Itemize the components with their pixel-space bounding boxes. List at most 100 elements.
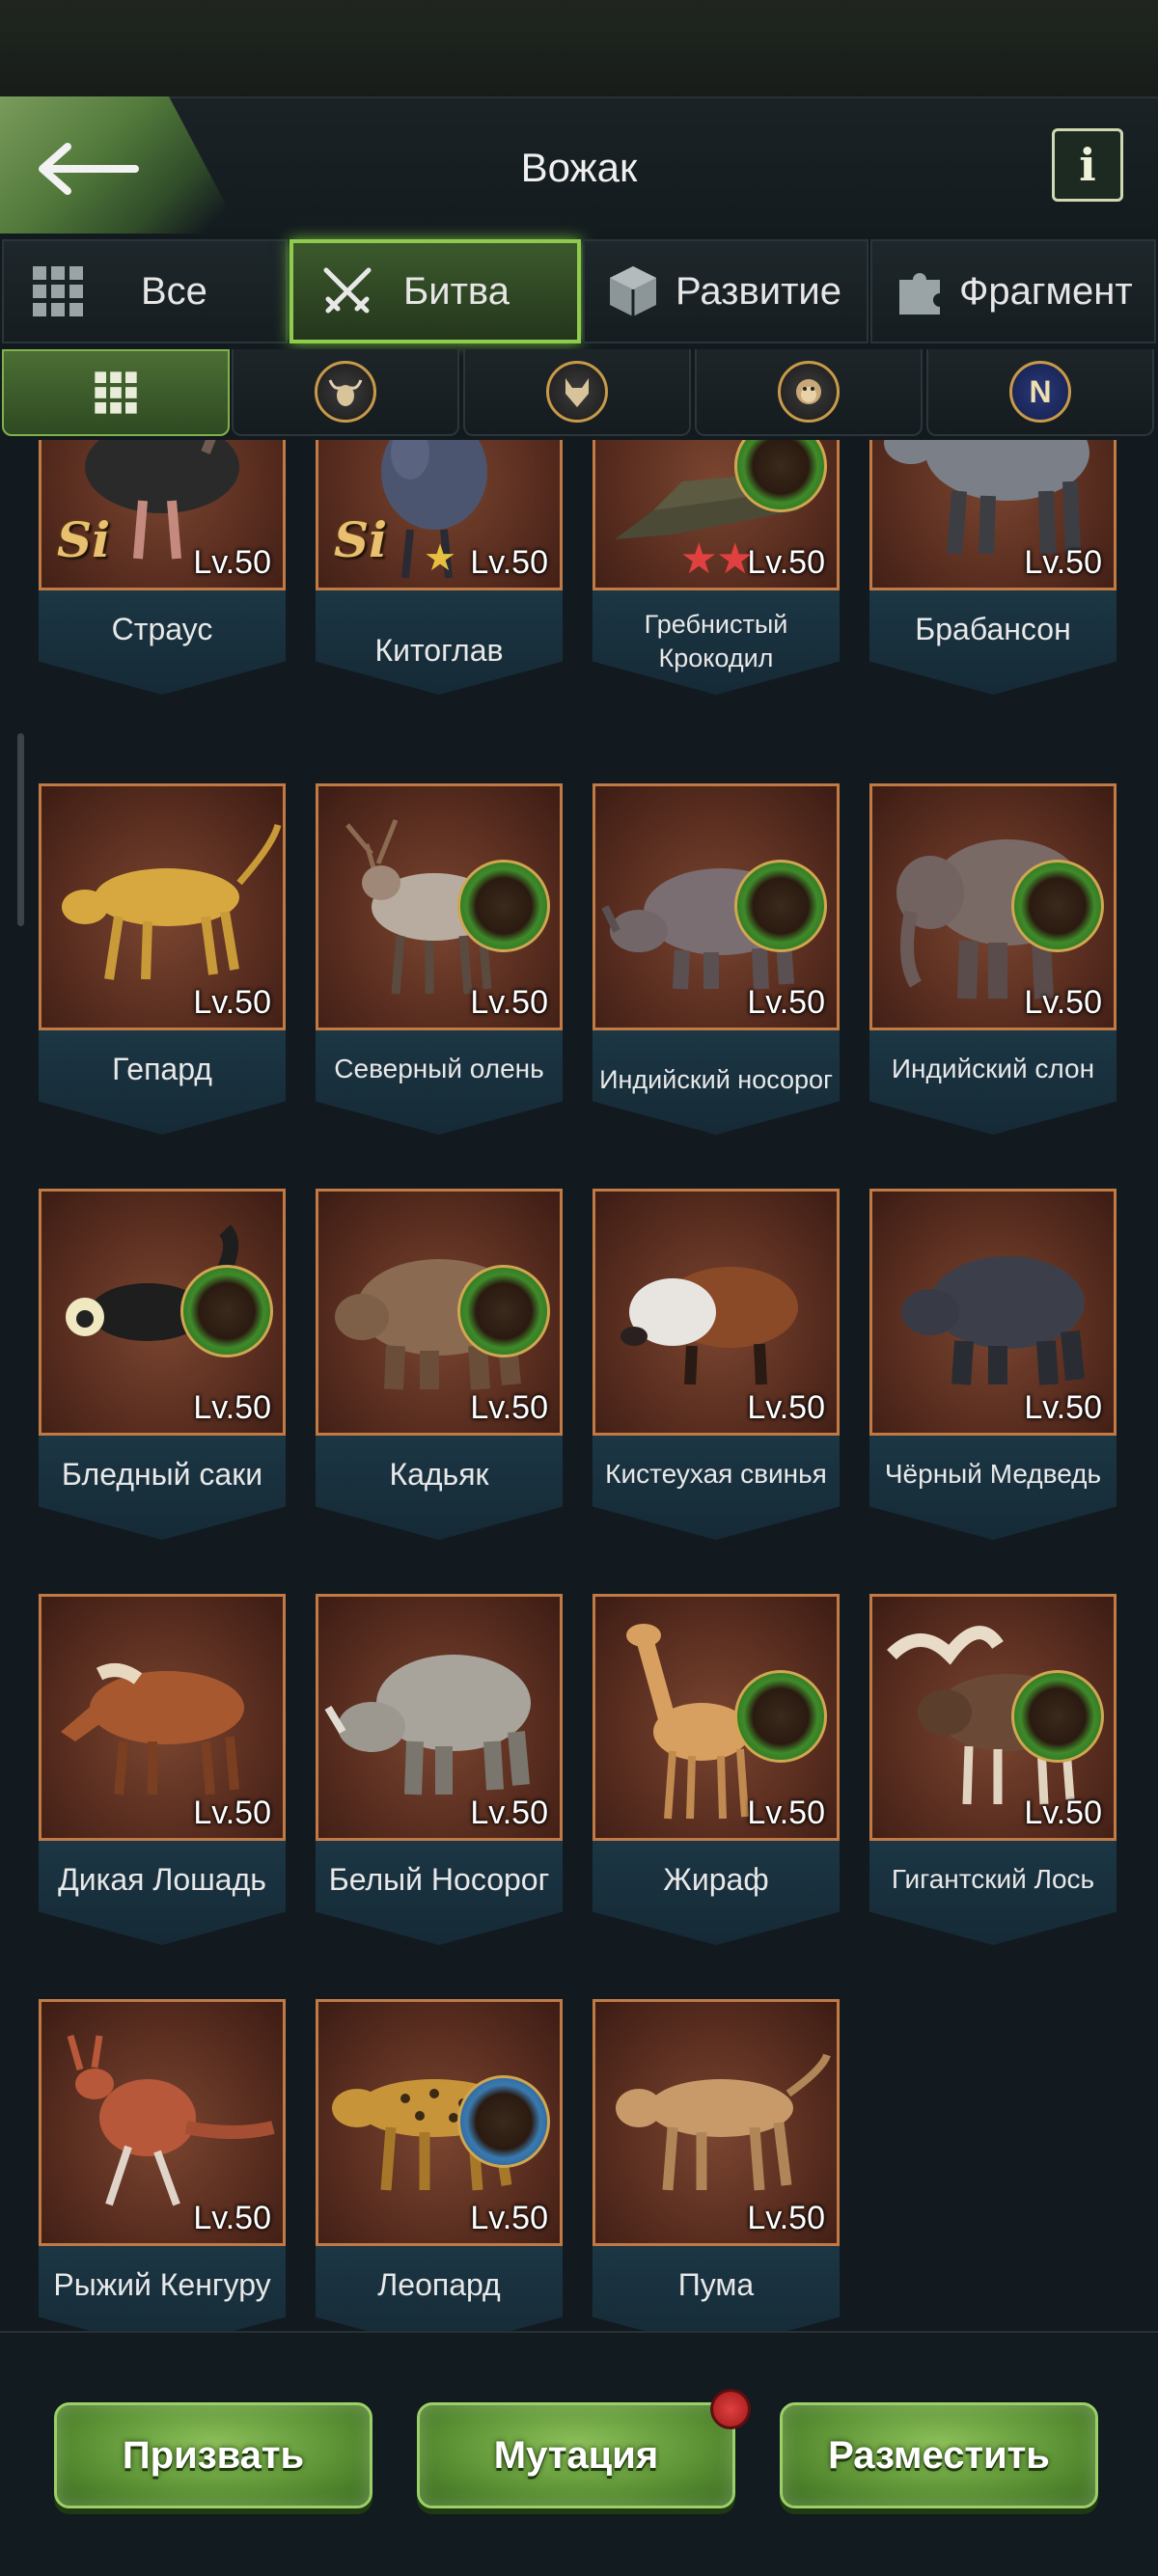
animal-portrait: Lv.50 — [316, 1189, 563, 1436]
animal-name: Кистеухая свинья — [605, 1459, 827, 1489]
level-label: Lv.50 — [747, 984, 825, 1021]
level-label: Lv.50 — [470, 1795, 548, 1831]
bull-icon — [315, 361, 376, 423]
animal-portrait: Lv.50 — [869, 783, 1117, 1030]
animal-portrait: Lv.50 — [593, 1999, 840, 2246]
animal-name: Северный олень — [334, 1054, 544, 1083]
animal-portrait: Lv.50 — [316, 1999, 563, 2246]
animal-name: Индийский слон — [891, 1054, 1095, 1083]
animal-card[interactable]: Si Lv.50 ★ Китоглав — [316, 440, 563, 695]
animal-card[interactable]: Lv.50 Кистеухая свинья — [593, 1189, 840, 1540]
animal-card[interactable]: Lv.50 Жираф — [593, 1594, 840, 1945]
animal-portrait: Lv.50 — [593, 783, 840, 1030]
class-badge — [457, 860, 550, 952]
summon-button[interactable]: Призвать — [54, 2402, 372, 2508]
class-badge — [1011, 1670, 1104, 1763]
deploy-button[interactable]: Разместить — [780, 2402, 1098, 2508]
tab-battle[interactable]: Битва — [290, 239, 581, 343]
animal-portrait: Lv.50 — [39, 1594, 286, 1841]
class-badge — [734, 1670, 827, 1763]
notification-dot — [710, 2389, 751, 2429]
animal-card[interactable]: Lv.50 Кадьяк — [316, 1189, 563, 1540]
n-letter-icon: N — [1009, 361, 1071, 423]
level-label: Lv.50 — [470, 984, 548, 1021]
animal-card[interactable]: Si Lv.50 Страус — [39, 440, 286, 695]
animal-portrait: Si Lv.50 — [39, 440, 286, 590]
subtab-predator[interactable] — [463, 349, 691, 436]
subtab-n[interactable]: N — [926, 349, 1154, 436]
animal-card[interactable]: Lv.50 Индийский слон — [869, 783, 1117, 1135]
animal-name: Рыжий Кенгуру — [53, 2267, 271, 2302]
rarity-stars: ★★ — [679, 535, 755, 583]
tab-all-label: Все — [141, 269, 207, 313]
animal-portrait: Lv.50 — [593, 1594, 840, 1841]
animal-name: Китоглав — [374, 633, 504, 668]
animal-card[interactable]: Lv.50 Пума — [593, 1999, 840, 2331]
animal-portrait: Lv.50 — [39, 1999, 286, 2246]
level-label: Lv.50 — [1024, 984, 1102, 1021]
animal-card[interactable]: Lv.50 Гепард — [39, 783, 286, 1135]
animal-card[interactable]: Lv.50 Рыжий Кенгуру — [39, 1999, 286, 2331]
animal-card[interactable]: Lv.50 Чёрный Медведь — [869, 1189, 1117, 1540]
page-title: Вожак — [520, 145, 638, 190]
subtab-all[interactable] — [2, 349, 230, 436]
animal-portrait: Lv.50 — [316, 783, 563, 1030]
animal-name: Белый Носорог — [328, 1862, 550, 1897]
animal-grid: Si Lv.50 Страус Si Lv.50 ★ Китоглав Lv.5… — [0, 440, 1158, 2331]
class-badge — [457, 2075, 550, 2168]
cube-icon — [610, 266, 656, 316]
crossed-swords-icon — [323, 267, 372, 314]
level-label: Lv.50 — [747, 1795, 825, 1831]
level-label: Lv.50 — [470, 2200, 548, 2236]
level-label: Lv.50 — [193, 544, 271, 581]
mutation-button[interactable]: Мутация — [417, 2402, 735, 2508]
animal-name: Страус — [111, 612, 213, 646]
animal-card[interactable]: Lv.50 Индийский носорог — [593, 783, 840, 1135]
tab-development[interactable]: Развитие — [583, 239, 868, 343]
animal-name: Дикая Лошадь — [58, 1862, 266, 1897]
animal-card[interactable]: Lv.50 Бледный саки — [39, 1189, 286, 1540]
class-badge — [180, 1265, 273, 1357]
animal-card[interactable]: Lv.50 Дикая Лошадь — [39, 1594, 286, 1945]
level-label: Lv.50 — [1024, 1795, 1102, 1831]
animal-card[interactable]: Lv.50 Леопард — [316, 1999, 563, 2331]
animal-name: Леопард — [377, 2267, 501, 2302]
animal-name: Гребнистый Крокодил — [644, 610, 788, 672]
filter-subtabs: N — [0, 349, 1158, 438]
tab-fragment[interactable]: Фрагмент — [870, 239, 1156, 343]
animal-card[interactable]: Lv.50 Гигантский Лось — [869, 1594, 1117, 1945]
animal-portrait: Lv.50 — [869, 1594, 1117, 1841]
puzzle-icon — [899, 273, 940, 315]
level-label: Lv.50 — [470, 1389, 548, 1426]
info-button[interactable]: i — [1052, 128, 1123, 202]
class-badge — [1011, 860, 1104, 952]
animal-portrait: Lv.50 — [39, 1189, 286, 1436]
level-label: Lv.50 — [1024, 1389, 1102, 1426]
subtab-herbivore[interactable] — [232, 349, 459, 436]
animal-name: Жираф — [663, 1862, 769, 1897]
grid-icon — [33, 266, 83, 316]
animal-portrait: Lv.50 — [593, 1189, 840, 1436]
grid-icon — [95, 371, 137, 414]
level-label: Lv.50 — [747, 1389, 825, 1426]
class-badge — [457, 1265, 550, 1357]
class-badge — [734, 860, 827, 952]
si-emblem: Si — [57, 511, 111, 568]
animal-name: Бледный саки — [61, 1457, 263, 1492]
animal-name: Пума — [677, 2267, 755, 2302]
wolf-icon — [546, 361, 608, 423]
subtab-primate[interactable] — [695, 349, 923, 436]
animal-card[interactable]: Lv.50 ★★ Гребнистый Крокодил — [593, 440, 840, 695]
level-label: Lv.50 — [1024, 544, 1102, 581]
animal-card[interactable]: Lv.50 Белый Носорог — [316, 1594, 563, 1945]
level-label: Lv.50 — [193, 2200, 271, 2236]
animal-name: Брабансон — [915, 612, 1071, 646]
level-label: Lv.50 — [193, 1795, 271, 1831]
animal-card[interactable]: Lv.50 Брабансон — [869, 440, 1117, 695]
animal-card[interactable]: Lv.50 Северный олень — [316, 783, 563, 1135]
scrollbar[interactable] — [17, 733, 24, 926]
monkey-icon — [778, 361, 840, 423]
tab-development-label: Развитие — [676, 269, 841, 313]
tab-all[interactable]: Все — [2, 239, 288, 343]
category-tabs: Все Битва Развитие Фрагмент — [0, 239, 1158, 347]
